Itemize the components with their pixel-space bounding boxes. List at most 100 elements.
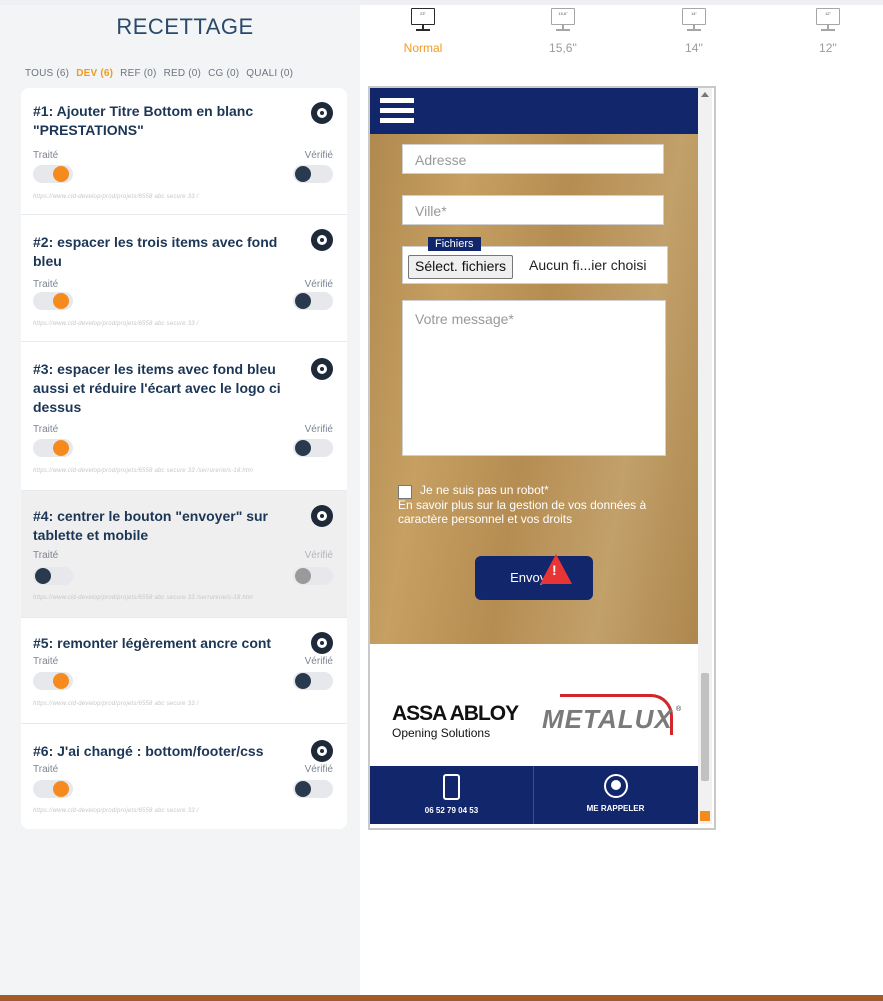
task-title: #2: espacer les trois items avec fond bl… xyxy=(33,234,278,269)
support-agent-icon xyxy=(603,774,628,798)
address-input[interactable]: Adresse xyxy=(402,144,664,174)
task-title: #3: espacer les items avec fond bleu aus… xyxy=(33,361,281,415)
assa-abloy-logo: ASSA ABLOY xyxy=(392,702,519,725)
monitor-icon: 12" xyxy=(816,8,840,25)
task-card[interactable]: #5: remonter légèrement ancre cont Trait… xyxy=(21,618,347,724)
eye-icon[interactable] xyxy=(311,358,333,380)
verifie-toggle[interactable] xyxy=(293,780,333,798)
eye-icon[interactable] xyxy=(311,505,333,527)
device-label: 12'' xyxy=(819,40,837,55)
task-url: https://www.cld-develop/prod/projets/655… xyxy=(33,808,199,814)
verifie-toggle[interactable] xyxy=(293,292,333,310)
device-14[interactable]: 14" 14'' xyxy=(649,8,739,55)
verifie-label: Vérifié xyxy=(304,424,333,435)
verifie-toggle[interactable] xyxy=(293,567,333,585)
callback-label: ME RAPPELER xyxy=(586,804,645,813)
eye-icon[interactable] xyxy=(311,632,333,654)
task-url: https://www.cld-develop/prod/projets/655… xyxy=(33,321,199,327)
eye-icon[interactable] xyxy=(311,740,333,762)
select-files-button[interactable]: Sélect. fichiers xyxy=(408,255,514,279)
traite-label: Traité xyxy=(33,550,59,561)
task-card[interactable]: #3: espacer les items avec fond bleu aus… xyxy=(21,342,347,491)
robot-label: Je ne suis pas un robot* xyxy=(420,483,549,497)
task-url: https://www.cld-develop/prod/projets/655… xyxy=(33,468,253,474)
registered-mark: ® xyxy=(676,706,682,713)
robot-checkbox[interactable] xyxy=(398,485,412,499)
task-card[interactable]: #6: J'ai changé : bottom/footer/css Trai… xyxy=(21,724,347,829)
traite-label: Traité xyxy=(33,150,59,161)
site-header xyxy=(370,88,698,134)
traite-label: Traité xyxy=(33,424,59,435)
task-title: #6: J'ai changé : bottom/footer/css xyxy=(33,743,264,759)
filter-ref[interactable]: REF (0) xyxy=(120,68,156,79)
verifie-toggle[interactable] xyxy=(293,165,333,183)
bottom-bar xyxy=(0,995,883,1001)
site-footer: 06 52 79 04 53 ME RAPPELER xyxy=(370,766,698,824)
verifie-toggle[interactable] xyxy=(293,439,333,457)
send-button[interactable]: Envoyer xyxy=(475,556,593,600)
scroll-thumb[interactable] xyxy=(701,673,709,781)
monitor-icon: 23" xyxy=(411,8,435,25)
panel-title: RECETTAGE xyxy=(116,14,254,39)
traite-label: Traité xyxy=(33,764,59,775)
traite-toggle[interactable] xyxy=(33,439,73,457)
filter-quali[interactable]: QUALI (0) xyxy=(246,68,293,79)
filter-dev[interactable]: DEV (6) xyxy=(76,68,113,79)
verifie-toggle[interactable] xyxy=(293,672,333,690)
metalux-logo: METALUX xyxy=(542,704,673,734)
task-title: #5: remonter légèrement ancre cont xyxy=(33,635,272,651)
task-card[interactable]: #1: Ajouter Titre Bottom en blanc "PREST… xyxy=(21,88,347,215)
phone-icon xyxy=(443,774,460,800)
device-label: Normal xyxy=(403,40,443,55)
device-label: 15,6'' xyxy=(549,40,577,55)
hamburger-menu-icon[interactable] xyxy=(380,98,414,124)
message-textarea[interactable]: Votre message* xyxy=(402,300,666,456)
filter-tous[interactable]: TOUS (6) xyxy=(25,68,69,79)
eye-icon[interactable] xyxy=(311,102,333,124)
device-12[interactable]: 12" 12'' xyxy=(783,8,873,55)
task-card[interactable]: #2: espacer les trois items avec fond bl… xyxy=(21,215,347,342)
filter-tabs: TOUS (6) DEV (6) REF (0) RED (0) CG (0) … xyxy=(25,68,293,79)
verifie-label: Vérifié xyxy=(304,764,333,775)
traite-toggle[interactable] xyxy=(33,780,73,798)
traite-toggle[interactable] xyxy=(33,165,73,183)
warning-icon-mark: ! xyxy=(552,562,557,578)
monitor-icon: 15,6" xyxy=(551,8,575,25)
phone-number: 06 52 79 04 53 xyxy=(424,806,479,815)
partner-logos: ASSA ABLOY Opening Solutions METALUX ® xyxy=(370,644,698,766)
verifie-label: Vérifié xyxy=(304,656,333,667)
traite-label: Traité xyxy=(33,279,59,290)
scroll-up-arrow-icon[interactable] xyxy=(701,92,709,97)
eye-icon[interactable] xyxy=(311,229,333,251)
traite-toggle[interactable] xyxy=(33,292,73,310)
task-url: https://www.cld-develop/prod/projets/655… xyxy=(33,595,253,601)
privacy-text: En savoir plus sur la gestion de vos don… xyxy=(398,498,647,526)
call-button[interactable]: 06 52 79 04 53 xyxy=(370,766,534,824)
file-status: Aucun fi...ier choisi xyxy=(529,257,647,273)
task-card-selected[interactable]: #4: centrer le bouton "envoyer" sur tabl… xyxy=(21,491,347,618)
verifie-label: Vérifié xyxy=(304,150,333,161)
traite-label: Traité xyxy=(33,656,59,667)
files-label: Fichiers xyxy=(428,237,481,251)
mobile-preview-frame: Adresse Ville* Fichiers Sélect. fichiers… xyxy=(368,86,716,830)
filter-red[interactable]: RED (0) xyxy=(164,68,202,79)
task-url: https://www.cld-develop/prod/projets/655… xyxy=(33,194,199,200)
scroll-indicator xyxy=(700,811,710,821)
task-url: https://www.cld-develop/prod/projets/655… xyxy=(33,701,199,707)
task-title: #4: centrer le bouton "envoyer" sur tabl… xyxy=(33,508,269,543)
contact-form: Adresse Ville* Fichiers Sélect. fichiers… xyxy=(370,134,698,644)
monitor-icon: 14" xyxy=(682,8,706,25)
assa-abloy-subtitle: Opening Solutions xyxy=(392,726,491,740)
task-title: #1: Ajouter Titre Bottom en blanc "PREST… xyxy=(33,103,254,138)
verifie-label: Vérifié xyxy=(304,550,333,561)
callback-button[interactable]: ME RAPPELER xyxy=(534,766,697,824)
filter-cg[interactable]: CG (0) xyxy=(208,68,239,79)
traite-toggle[interactable] xyxy=(33,672,73,690)
city-input[interactable]: Ville* xyxy=(402,195,664,225)
device-15-6[interactable]: 15,6" 15,6'' xyxy=(518,8,608,55)
verifie-label: Vérifié xyxy=(304,279,333,290)
device-normal[interactable]: 23" Normal xyxy=(378,8,468,55)
file-input[interactable]: Sélect. fichiers Aucun fi...ier choisi xyxy=(402,246,668,284)
device-label: 14'' xyxy=(685,40,703,55)
traite-toggle[interactable] xyxy=(33,567,73,585)
